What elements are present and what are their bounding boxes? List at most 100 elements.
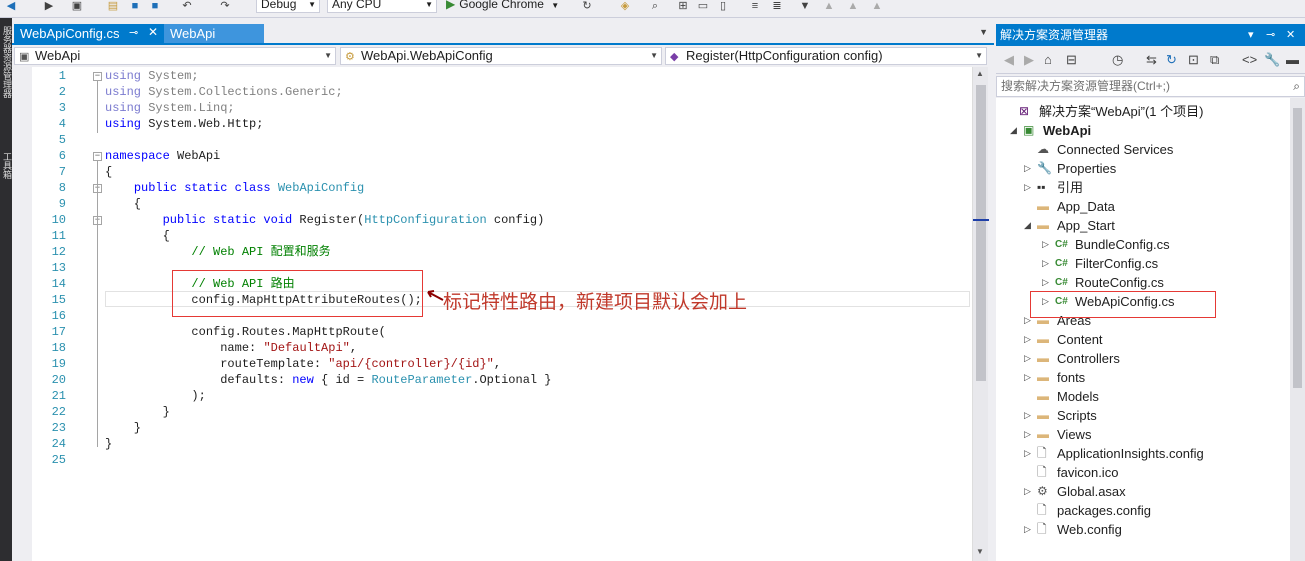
expand-arrow-icon[interactable]: ▷	[1024, 482, 1034, 501]
code-line[interactable]: 18 name: "DefaultApi",	[12, 340, 972, 356]
tree-node[interactable]: ▷ ▬ Scripts	[1024, 406, 1284, 425]
expand-arrow-icon[interactable]: ▷	[1024, 368, 1034, 387]
browser-link-icon[interactable]: ◈	[618, 0, 632, 14]
solution-config-select[interactable]: Debug ▼	[256, 0, 320, 13]
forward-icon[interactable]: ▶	[1024, 52, 1034, 68]
expand-arrow-icon[interactable]: ▷	[1024, 159, 1034, 178]
indent-icon[interactable]: ≡	[748, 0, 762, 14]
expand-arrow-icon[interactable]: ▷	[1024, 406, 1034, 425]
scroll-thumb[interactable]	[976, 85, 986, 381]
collapse-arrow-icon[interactable]: ◢	[1010, 121, 1020, 140]
window-options-icon[interactable]: ▾	[1248, 24, 1254, 46]
code-line[interactable]: 22 }	[12, 404, 972, 420]
toolbox-tab[interactable]: 工具箱	[0, 152, 12, 179]
bookmark-clear-icon[interactable]: ▲	[846, 0, 860, 14]
sync-icon[interactable]: ⇆	[1146, 52, 1157, 68]
code-line[interactable]: 4 using System.Web.Http;	[12, 116, 972, 132]
collapse-region-icon[interactable]: −	[93, 152, 102, 161]
code-line[interactable]: 10− public static void Register(HttpConf…	[12, 212, 972, 228]
tree-node[interactable]: ⊠ 解决方案“WebApi”(1 个项目)	[1006, 102, 1266, 121]
tree-node[interactable]: ◢ ▬ App_Start	[1024, 216, 1284, 235]
refresh-icon[interactable]: ↻	[580, 0, 594, 14]
run-button[interactable]: ▶ Google Chrome ▼	[446, 0, 559, 13]
code-line[interactable]: 3 using System.Linq;	[12, 100, 972, 116]
properties-icon[interactable]: 🔧	[1264, 52, 1280, 68]
outdent-icon[interactable]: ≣	[770, 0, 784, 14]
bookmark-prev-icon[interactable]: ⊞	[676, 0, 690, 14]
code-line[interactable]: 12 // Web API 配置和服务	[12, 244, 972, 260]
code-line[interactable]: 25	[12, 452, 972, 468]
tab-list-dropdown-icon[interactable]: ▼	[979, 27, 988, 37]
code-line[interactable]: 11 {	[12, 228, 972, 244]
scroll-down-icon[interactable]: ▼	[976, 547, 984, 556]
server-explorer-tab[interactable]: 服务器资源管理器	[0, 26, 12, 98]
expand-arrow-icon[interactable]: ▷	[1024, 425, 1034, 444]
tree-node[interactable]: ▷ 🗋 Web.config	[1024, 520, 1284, 539]
expand-arrow-icon[interactable]: ▷	[1042, 273, 1052, 292]
find-icon[interactable]: ⌕	[648, 0, 662, 14]
show-all-files-icon[interactable]: ⧉	[1210, 52, 1219, 68]
new-project-icon[interactable]: ▣	[70, 0, 84, 14]
scroll-thumb[interactable]	[1293, 108, 1302, 388]
forward-icon[interactable]: ▶	[42, 0, 56, 14]
pending-changes-icon[interactable]: ◷	[1112, 52, 1123, 68]
redo-icon[interactable]: ↷	[218, 0, 232, 14]
switch-views-icon[interactable]: ⊟	[1066, 52, 1077, 68]
tree-node[interactable]: ▬ App_Data	[1024, 197, 1284, 216]
tab-webapi[interactable]: WebApi	[164, 24, 264, 43]
save-icon[interactable]: ■	[128, 0, 142, 14]
close-icon[interactable]: ✕	[1286, 24, 1295, 46]
tree-node[interactable]: ▷ C# FilterConfig.cs	[1042, 254, 1302, 273]
solution-explorer-scrollbar[interactable]	[1290, 98, 1305, 561]
tab-webapiconfig[interactable]: WebApiConfig.cs ⊸ ✕	[14, 24, 164, 43]
tree-node[interactable]: ▷ ▪▪ 引用	[1024, 178, 1284, 197]
tree-node[interactable]: ▬ Models	[1024, 387, 1284, 406]
expand-arrow-icon[interactable]: ▷	[1024, 330, 1034, 349]
code-line[interactable]: 21 );	[12, 388, 972, 404]
expand-arrow-icon[interactable]: ▷	[1042, 235, 1052, 254]
bookmark-next-icon[interactable]: ▲	[822, 0, 836, 14]
tree-node[interactable]: ▷ ▬ Views	[1024, 425, 1284, 444]
pin-icon[interactable]: ⊸	[129, 26, 138, 41]
tree-node[interactable]: ▷ ▬ Content	[1024, 330, 1284, 349]
expand-arrow-icon[interactable]: ▷	[1024, 178, 1034, 197]
back-icon[interactable]: ◀	[1004, 52, 1014, 68]
tree-node[interactable]: 🗋 packages.config	[1024, 501, 1284, 520]
collapse-region-icon[interactable]: −	[93, 72, 102, 81]
code-line[interactable]: 24}	[12, 436, 972, 452]
code-line[interactable]: 19 routeTemplate: "api/{controller}/{id}…	[12, 356, 972, 372]
code-line[interactable]: 1 − using System;	[12, 68, 972, 84]
refresh-icon[interactable]: ↻	[1166, 52, 1177, 68]
solution-platform-select[interactable]: Any CPU ▼	[327, 0, 437, 13]
uncomment-icon[interactable]: ▯	[716, 0, 730, 14]
tree-node[interactable]: 🗋 favicon.ico	[1024, 463, 1284, 482]
expand-arrow-icon[interactable]: ▷	[1024, 349, 1034, 368]
tree-node[interactable]: ▷ 🗋 ApplicationInsights.config	[1024, 444, 1284, 463]
project-dropdown[interactable]: ▣ WebApi ▼	[14, 47, 336, 65]
preview-icon[interactable]: ▬	[1286, 52, 1299, 67]
collapse-all-icon[interactable]: ⊡	[1188, 52, 1199, 68]
back-icon[interactable]: ◀	[4, 0, 18, 14]
bookmark-icon[interactable]: ▼	[798, 0, 812, 14]
member-dropdown[interactable]: ◆ Register(HttpConfiguration config) ▼	[665, 47, 987, 65]
search-icon[interactable]: ⌕	[1293, 77, 1300, 96]
editor-vertical-scrollbar[interactable]: ▲ ▼	[972, 67, 989, 561]
scroll-up-icon[interactable]: ▲	[976, 69, 984, 78]
type-dropdown[interactable]: ⚙ WebApi.WebApiConfig ▼	[340, 47, 662, 65]
undo-icon[interactable]: ↶	[180, 0, 194, 14]
code-line[interactable]: 17 config.Routes.MapHttpRoute(	[12, 324, 972, 340]
close-icon[interactable]: ✕	[148, 25, 158, 40]
home-icon[interactable]: ⌂	[1044, 52, 1052, 67]
code-line[interactable]: 8− public static class WebApiConfig	[12, 180, 972, 196]
code-line[interactable]: 23 }	[12, 420, 972, 436]
code-line[interactable]: 9 {	[12, 196, 972, 212]
expand-arrow-icon[interactable]: ▷	[1024, 520, 1034, 539]
solution-explorer-search-input[interactable]: 搜索解决方案资源管理器(Ctrl+;) ⌕	[996, 76, 1305, 97]
pin-icon[interactable]: ⊸	[1266, 24, 1275, 46]
tree-node[interactable]: ☁ Connected Services	[1024, 140, 1284, 159]
expand-arrow-icon[interactable]: ▷	[1024, 444, 1034, 463]
tree-node[interactable]: ▷ ⚙ Global.asax	[1024, 482, 1284, 501]
tree-node[interactable]: ▷ 🔧 Properties	[1024, 159, 1284, 178]
collapse-arrow-icon[interactable]: ◢	[1024, 216, 1034, 235]
tree-node[interactable]: ◢ ▣ WebApi	[1010, 121, 1270, 140]
